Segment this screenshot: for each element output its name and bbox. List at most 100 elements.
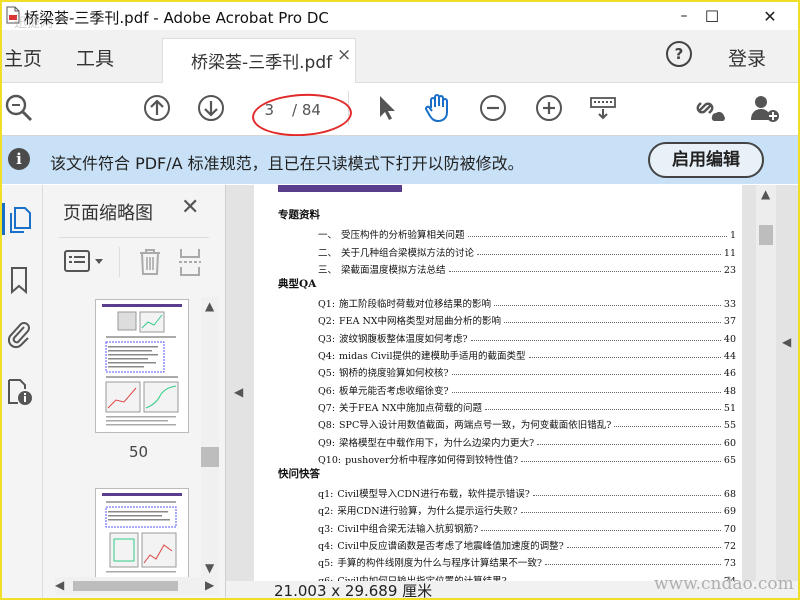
toc-entry[interactable]: Q6: 板单元能否考虑收缩徐变? 48 (278, 379, 736, 397)
toc-entry-number: Q8: (318, 420, 336, 432)
toc-entry[interactable]: q2: 采用CDN进行验算，为什么提示运行失败? 69 (278, 500, 736, 517)
toc-entry-page: 55 (723, 420, 736, 432)
toc-entry-title: SPC导入设计用数值截面，两端点号一致，为何变截面依旧错乱? (339, 420, 612, 432)
toc-entry[interactable]: Q8: SPC导入设计用数值截面，两端点号一致，为何变截面依旧错乱? 55 (278, 414, 736, 431)
select-cursor-icon[interactable] (368, 91, 402, 125)
login-button[interactable]: 登录 (728, 44, 766, 71)
scrollbar-thumb[interactable] (73, 581, 178, 591)
toc-leader-dots (614, 426, 721, 428)
options-menu-icon[interactable] (63, 249, 109, 277)
page-display-icon[interactable] (586, 91, 620, 125)
toc-entry-number: 三、 (318, 264, 338, 276)
document-vertical-scrollbar[interactable]: ▲ (756, 185, 776, 585)
toc-entry[interactable]: q1: Civil模型导入CDN进行布载，软件提示错误? 68 (278, 483, 736, 500)
toc-entry-number: Q10: (318, 454, 342, 466)
document-tab-label: 桥梁荟-三季刊.pdf (191, 53, 333, 73)
collapse-left-panel-arrow[interactable]: ◀ (234, 385, 243, 399)
maximize-button[interactable]: ☐ (690, 2, 734, 30)
previous-page-icon[interactable] (140, 91, 174, 125)
active-indicator (2, 203, 5, 235)
tab-tools[interactable]: 工具 (76, 44, 114, 71)
toc-entry-title: 板单元能否考虑收缩徐变? (339, 385, 449, 397)
info-icon: i (8, 148, 30, 170)
toc-leader-dots (477, 253, 721, 255)
toc-entry[interactable]: Q7: 关于FEA NX中施加点荷载的问题 51 (278, 397, 736, 414)
toc-leader-dots (520, 512, 721, 514)
scroll-up-arrow[interactable]: ▲ (205, 299, 214, 313)
zoom-search-icon[interactable] (2, 91, 36, 125)
toc-entry[interactable]: Q3: 波纹钢腹板整体温度如何考虑? 40 (278, 327, 736, 345)
toc-entry-number: 二、 (318, 247, 338, 259)
toc-entry-number: q3: (318, 523, 334, 535)
toc-entry-title: Civil中组合梁无法输入抗剪钢筋? (337, 523, 479, 535)
tab-document[interactable]: 桥梁荟-三季刊.pdf × (162, 38, 356, 83)
attachments-icon[interactable] (6, 319, 34, 349)
toc-entry-title: FEA NX中网格类型对屈曲分析的影响 (339, 316, 502, 328)
scroll-up-arrow[interactable]: ▲ (761, 187, 770, 201)
document-viewport[interactable]: ◀ 专题资料 一、 受压构件的分析验算相关问题 1 二、 关于几种组合梁模拟方法的讨论 11… (226, 185, 798, 598)
scroll-left-arrow[interactable]: ◀ (55, 578, 64, 592)
page-thumbnail[interactable] (95, 299, 189, 433)
toc-entry[interactable]: Q9: 梁格模型在中载作用下，为什么边梁内力更大? 60 (278, 431, 736, 449)
enable-editing-button[interactable]: 启用编辑 (648, 142, 764, 178)
scroll-down-arrow[interactable]: ▼ (205, 561, 214, 575)
total-pages: / 84 (292, 101, 321, 119)
extract-page-icon[interactable] (177, 247, 203, 281)
page-thumbnails-icon[interactable] (6, 205, 34, 235)
toc-entry[interactable]: q5: 手算的构件线刚度为什么与程序计算结果不一致? 73 (278, 552, 736, 569)
current-page-input[interactable]: 3 (246, 101, 274, 119)
zoom-in-icon[interactable] (532, 91, 566, 125)
scrollbar-thumb[interactable] (201, 447, 219, 467)
toc-entry-title: pushover分析中程序如何得到铰特性值? (345, 454, 519, 466)
help-icon[interactable]: ? (666, 41, 692, 67)
toc-entry-page: 44 (723, 351, 736, 363)
close-tab-button[interactable]: × (337, 45, 351, 65)
toc-entry[interactable]: 三、 梁截面温度模拟方法总结 23 (278, 259, 736, 276)
toc-leader-dots (467, 236, 727, 238)
thumbnails-horizontal-scrollbar[interactable]: ◀ ▶ (55, 577, 219, 595)
add-user-icon[interactable] (748, 91, 782, 125)
toc-entry[interactable]: Q4: midas Civil提供的建模助手适用的截面类型 44 (278, 345, 736, 362)
toc-leader-dots (494, 305, 721, 307)
close-panel-button[interactable]: ✕ (181, 195, 199, 220)
toc-entry-title: 梁格模型在中载作用下，为什么边梁内力更大? (339, 437, 535, 449)
toc-entry[interactable]: Q10: pushover分析中程序如何得到铰特性值? 65 (278, 449, 736, 466)
toc-entry[interactable]: Q5: 钢桥的挠度验算如何校核? 46 (278, 362, 736, 379)
toc-leader-dots (528, 357, 721, 359)
toc-leader-dots (544, 564, 721, 566)
tab-home[interactable]: 主页 (4, 44, 42, 71)
table-of-contents: 专题资料 一、 受压构件的分析验算相关问题 1 二、 关于几种组合梁模拟方法的讨论 11 三、… (278, 207, 736, 585)
toc-entry[interactable]: q4: Civil中反应谱函数是否考虑了地震峰值加速度的调整? 72 (278, 535, 736, 552)
toc-section-heading: 快问快答 (278, 467, 320, 480)
toc-entry-title: 钢桥的挠度验算如何校核? (339, 368, 449, 380)
zoom-out-icon[interactable] (476, 91, 510, 125)
scrollbar-thumb[interactable] (759, 225, 773, 245)
hand-tool-icon[interactable] (422, 91, 456, 125)
toc-leader-dots (521, 460, 721, 462)
toc-entry-page: 1 (729, 230, 736, 242)
toc-entry-page: 65 (723, 454, 736, 466)
toc-entry[interactable]: Q2: FEA NX中网格类型对屈曲分析的影响 37 (278, 310, 736, 327)
bookmarks-icon[interactable] (6, 265, 34, 295)
expand-right-panel-arrow[interactable]: ◀ (782, 335, 791, 349)
document-properties-icon[interactable] (6, 377, 34, 407)
toc-entry-title: 施工阶段临时荷载对位移结果的影响 (339, 299, 492, 311)
toc-entry[interactable]: Q1: 施工阶段临时荷载对位移结果的影响 33 (278, 293, 736, 310)
next-page-icon[interactable] (194, 91, 228, 125)
site-watermark: www.cndao.com (654, 574, 794, 594)
toc-entry[interactable]: 一、 受压构件的分析验算相关问题 1 (278, 224, 736, 241)
delete-page-icon[interactable] (137, 247, 163, 281)
close-window-button[interactable]: ✕ (748, 2, 792, 30)
thumbnails-vertical-scrollbar[interactable]: ▲ ▼ (201, 297, 219, 577)
share-link-icon[interactable] (692, 91, 726, 125)
title-bar: 桥梁荟-三季刊.pdf - Adobe Acrobat Pro DC 迅捷网 –… (2, 2, 798, 31)
scroll-right-arrow[interactable]: ▶ (205, 578, 214, 592)
toc-leader-dots (485, 408, 721, 410)
page-thumbnail[interactable] (95, 488, 189, 580)
acrobat-window: 桥梁荟-三季刊.pdf - Adobe Acrobat Pro DC 迅捷网 –… (0, 0, 800, 600)
toc-entry[interactable]: q3: Civil中组合梁无法输入抗剪钢筋? 70 (278, 517, 736, 535)
toc-leader-dots (470, 339, 721, 341)
toc-entry-title: 采用CDN进行验算，为什么提示运行失败? (337, 506, 518, 518)
pdf-page[interactable]: 专题资料 一、 受压构件的分析验算相关问题 1 二、 关于几种组合梁模拟方法的讨论 11 三、… (254, 185, 742, 585)
toc-entry[interactable]: 二、 关于几种组合梁模拟方法的讨论 11 (278, 241, 736, 259)
